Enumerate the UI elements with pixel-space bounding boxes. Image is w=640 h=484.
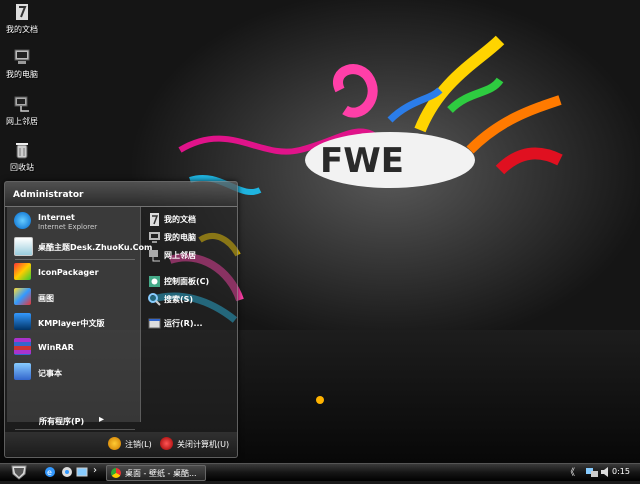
program-zhuoku-theme[interactable]: 桌酷主题Desk.ZhuoKu.Com: [11, 235, 152, 257]
quicklaunch-ie-icon[interactable]: e: [44, 466, 56, 478]
kmplayer-icon: [14, 313, 31, 330]
place-network[interactable]: 网上邻居: [146, 247, 234, 265]
taskbar: e › 桌面 - 壁纸 - 桌酷... 《 0:15: [0, 463, 640, 481]
zhuoku-theme-icon: [14, 237, 33, 256]
place-run[interactable]: 运行(R)...: [146, 315, 234, 333]
quicklaunch-show-desktop-icon[interactable]: [76, 466, 88, 478]
desktop-icon-label: 网上邻居: [6, 117, 38, 126]
program-name: KMPlayer中文版: [38, 319, 105, 328]
my-documents-icon: [13, 3, 31, 21]
program-name: 画图: [38, 294, 54, 303]
logoff-label: 注销(L): [125, 440, 152, 449]
place-label: 搜索(S): [164, 295, 194, 304]
desktop-icon-my-computer[interactable]: 我的电脑: [2, 48, 42, 80]
desktop-icon-recycle-bin[interactable]: 回收站: [2, 141, 42, 173]
start-menu-header: Administrator: [5, 182, 237, 207]
desktop-icon-label: 回收站: [10, 163, 34, 172]
program-name: IconPackager: [38, 268, 99, 277]
desktop-icon-label: 我的文档: [6, 25, 38, 34]
tray-expand-icon[interactable]: 《: [566, 465, 578, 478]
quicklaunch-chevron-icon[interactable]: ›: [93, 465, 105, 477]
task-label: 桌面 - 壁纸 - 桌酷...: [125, 469, 197, 478]
iconpackager-icon: [14, 263, 31, 280]
run-icon: [148, 317, 161, 330]
logoff-icon: [108, 437, 121, 450]
program-iconpackager[interactable]: IconPackager: [11, 261, 139, 283]
program-name: WinRAR: [38, 343, 74, 352]
program-kmplayer[interactable]: KMPlayer中文版: [11, 311, 139, 333]
network-tray-icon[interactable]: [586, 466, 598, 478]
place-label: 控制面板(C): [164, 277, 210, 286]
pinned-programs-panel: Internet Internet Explorer 桌酷主题Desk.Zhuo…: [7, 207, 152, 430]
shield-start-icon: [11, 465, 27, 480]
search-icon: [148, 293, 161, 306]
place-search[interactable]: 搜索(S): [146, 291, 234, 309]
winrar-icon: [14, 338, 31, 355]
internet-explorer-icon: [14, 212, 31, 229]
shutdown-label: 关闭计算机(U): [177, 440, 230, 449]
recycle-bin-icon: [13, 141, 31, 159]
desktop-icon-label: 我的电脑: [6, 70, 38, 79]
my-computer-icon: [148, 231, 161, 244]
user-name: Administrator: [13, 190, 84, 200]
place-my-computer[interactable]: 我的电脑: [146, 229, 234, 247]
program-paint[interactable]: 画图: [11, 286, 139, 308]
browser-icon: [111, 468, 121, 478]
svg-text:e: e: [47, 468, 52, 477]
desktop-icon-my-documents[interactable]: 我的文档: [2, 3, 42, 35]
place-control-panel[interactable]: 控制面板(C): [146, 273, 234, 291]
program-winrar[interactable]: WinRAR: [11, 336, 139, 358]
chevron-right-icon: ▸: [99, 414, 105, 425]
place-label: 运行(R)...: [164, 319, 203, 328]
task-button-browser[interactable]: 桌面 - 壁纸 - 桌酷...: [106, 465, 206, 481]
desktop-icon-network-places[interactable]: 网上邻居: [2, 95, 42, 127]
all-programs-label: 所有程序(P): [39, 417, 85, 426]
place-label: 我的电脑: [164, 233, 196, 242]
paint-icon: [14, 288, 31, 305]
start-menu: Administrator Internet Internet Explorer…: [4, 181, 238, 458]
program-subtitle: Internet Explorer: [38, 223, 98, 231]
program-notepad[interactable]: 记事本: [11, 361, 139, 383]
network-places-icon: [148, 249, 161, 262]
notepad-icon: [14, 363, 31, 380]
program-internet-explorer[interactable]: Internet Internet Explorer: [11, 210, 139, 232]
places-panel: 我的文档 我的电脑 网上邻居 控制面板(C) 搜索(S) 运行(R)...: [142, 207, 236, 422]
start-button[interactable]: [8, 463, 30, 481]
control-panel-icon: [148, 275, 161, 288]
place-label: 网上邻居: [164, 251, 196, 260]
menu-separator: [15, 259, 135, 260]
start-menu-footer: 注销(L) 关闭计算机(U): [5, 432, 237, 456]
my-computer-icon: [13, 48, 31, 66]
power-icon: [160, 437, 173, 450]
place-label: 我的文档: [164, 215, 196, 224]
program-name: Internet: [38, 213, 75, 222]
program-name: 桌酷主题Desk.ZhuoKu.Com: [38, 243, 153, 252]
quicklaunch-media-icon[interactable]: [61, 466, 73, 478]
svg-text:FWE: FWE: [320, 141, 404, 181]
my-documents-icon: [148, 213, 161, 226]
program-name: 记事本: [38, 369, 62, 378]
place-my-documents[interactable]: 我的文档: [146, 211, 234, 229]
volume-tray-icon[interactable]: [600, 466, 612, 478]
network-places-icon: [13, 95, 31, 113]
all-programs-button[interactable]: 所有程序(P) ▸: [9, 412, 137, 430]
clock: 0:15: [612, 467, 630, 476]
